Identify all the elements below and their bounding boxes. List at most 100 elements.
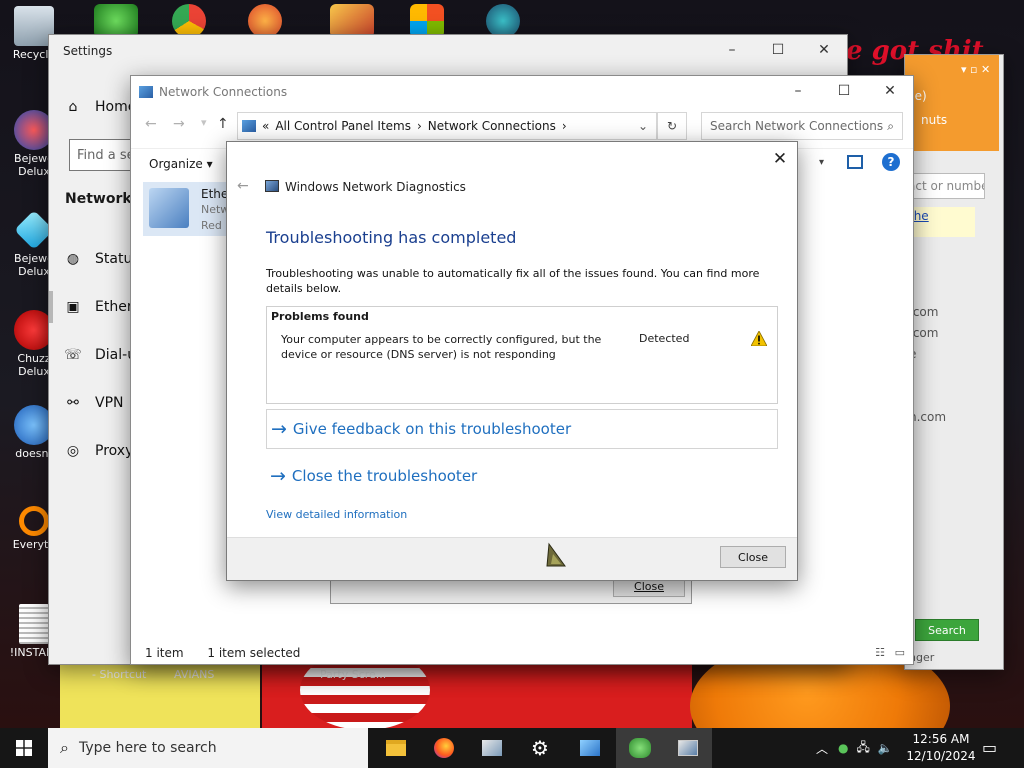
problems-found-panel: Problems found Your computer appears to … xyxy=(266,306,778,404)
maximize-icon[interactable]: ☐ xyxy=(821,76,867,106)
view-options-chevron-icon[interactable]: ▾ xyxy=(819,157,824,168)
close-button[interactable]: Close xyxy=(720,546,786,568)
settings-window-controls: – ☐ ✕ xyxy=(709,35,847,65)
close-troubleshooter-link[interactable]: → Close the troubleshooter xyxy=(266,456,778,496)
diagnostics-description: Troubleshooting was unable to automatica… xyxy=(266,267,760,295)
item-count: 1 item xyxy=(145,646,184,660)
breadcrumb-item[interactable]: All Control Panel Items xyxy=(275,119,411,133)
recent-chevron-icon[interactable]: ▾ xyxy=(201,116,207,129)
dialog-footer: Close xyxy=(227,537,797,580)
app-icon[interactable] xyxy=(248,4,282,38)
magnifier-icon xyxy=(19,506,49,536)
refresh-icon[interactable]: ↻ xyxy=(657,112,687,140)
taskbar-settings[interactable]: ⚙ xyxy=(516,728,564,768)
settings-search-input[interactable]: Find a setting xyxy=(69,139,139,171)
cursor-busy-icon xyxy=(545,542,571,568)
minimize-icon[interactable]: – xyxy=(709,35,755,65)
side-search-button[interactable]: Search xyxy=(915,619,979,641)
close-icon[interactable]: ✕ xyxy=(769,148,791,170)
settings-titlebar: Settings – ☐ ✕ xyxy=(49,35,847,66)
taskbar-search-box[interactable]: ⌕ Type here to search xyxy=(48,728,368,768)
taskbar-messenger[interactable] xyxy=(616,728,664,768)
taskbar-network-connections[interactable] xyxy=(468,728,516,768)
forward-arrow-icon[interactable]: → xyxy=(173,116,185,132)
minimize-icon[interactable]: – xyxy=(775,76,821,106)
network-folder-icon xyxy=(482,740,502,756)
taskbar-firefox[interactable] xyxy=(420,728,468,768)
netconn-title: Network Connections xyxy=(159,84,288,99)
give-feedback-link[interactable]: → Give feedback on this troubleshooter xyxy=(266,409,778,449)
side-window-controls[interactable]: ▾ ▫ ✕ xyxy=(961,63,990,76)
status-bar: 1 item 1 item selected xyxy=(145,646,300,660)
gear-icon: ⚙ xyxy=(531,736,549,760)
messenger-desktop-icon[interactable] xyxy=(94,4,138,38)
status-icon: ◍ xyxy=(66,251,80,267)
settings-home[interactable]: ⌂ Home xyxy=(65,99,137,115)
back-arrow-icon[interactable]: ← xyxy=(237,178,249,194)
selected-count: 1 item selected xyxy=(207,646,301,660)
netconn-titlebar: Network Connections – ☐ ✕ xyxy=(131,76,913,107)
give-feedback-label: Give feedback on this troubleshooter xyxy=(292,420,572,438)
diagnostics-heading: Troubleshooting has completed xyxy=(266,228,517,247)
taskbar-network-diagnostics[interactable] xyxy=(664,728,712,768)
back-arrow-icon[interactable]: ← xyxy=(145,116,157,132)
messenger-icon xyxy=(629,738,651,758)
windows-logo-icon xyxy=(16,740,32,756)
details-view-icon[interactable]: ☷ xyxy=(875,646,885,659)
settings-nav-vpn[interactable]: ⚯ VPN xyxy=(65,395,124,411)
large-icons-view-icon[interactable]: ▭ xyxy=(895,646,905,659)
preview-pane-icon[interactable] xyxy=(847,155,863,169)
breadcrumb-item[interactable]: Network Connections xyxy=(428,119,556,133)
problems-found-header: Problems found xyxy=(271,310,369,323)
search-network-connections-input[interactable]: Search Network Connections ⌕ xyxy=(701,112,903,140)
control-panel-icon xyxy=(242,120,256,132)
chevron-right-icon[interactable]: › xyxy=(562,119,567,133)
character-icon[interactable] xyxy=(486,4,520,38)
desktop-label: - Shortcut xyxy=(92,668,147,681)
warning-icon xyxy=(750,330,768,349)
notification-icon[interactable]: ▭ xyxy=(982,738,997,757)
close-icon[interactable]: ✕ xyxy=(867,76,913,106)
settings-nav-label: Proxy xyxy=(95,443,134,459)
dialup-icon: ☏ xyxy=(64,347,82,363)
network-diagnostics-dialog: ✕ ← Windows Network Diagnostics Troubles… xyxy=(226,141,798,581)
settings-nav-label: VPN xyxy=(95,395,124,411)
settings-nav-proxy[interactable]: ◎ Proxy xyxy=(65,443,133,459)
app-icon[interactable] xyxy=(330,4,374,38)
arrow-right-icon: → xyxy=(270,465,286,487)
settings-nav-status[interactable]: ◍ Status xyxy=(65,251,140,267)
breadcrumb-overflow-icon[interactable]: « xyxy=(262,119,269,133)
taskbar-clock[interactable]: 12:56 AM 12/10/2024 xyxy=(906,731,976,765)
document-icon xyxy=(19,604,49,644)
speaker-icon[interactable]: 🔈 xyxy=(878,741,893,755)
diagnostics-icon xyxy=(678,740,698,756)
desktop-label: AVIANS xyxy=(174,668,215,681)
network-adapter-icon xyxy=(149,188,189,228)
maximize-icon[interactable]: ☐ xyxy=(755,35,801,65)
chevron-down-icon[interactable]: ⌄ xyxy=(638,119,648,133)
ethernet-icon: ▣ xyxy=(66,299,80,315)
close-icon[interactable]: ✕ xyxy=(801,35,847,65)
up-arrow-icon[interactable]: ↑ xyxy=(217,116,229,132)
help-icon[interactable]: ? xyxy=(882,153,900,171)
start-button[interactable] xyxy=(0,728,48,768)
organize-button[interactable]: Organize ▾ xyxy=(149,157,213,171)
windows-app-icon[interactable] xyxy=(410,4,444,38)
taskbar-file-explorer[interactable] xyxy=(372,728,420,768)
address-bar[interactable]: « All Control Panel Items › Network Conn… xyxy=(237,112,657,140)
view-detailed-information-link[interactable]: View detailed information xyxy=(266,508,407,521)
side-search-input[interactable]: act or numbe xyxy=(905,173,985,199)
side-link[interactable]: the xyxy=(905,207,975,237)
organize-label: Organize xyxy=(149,157,203,171)
chrome-icon[interactable] xyxy=(172,4,206,38)
folder-icon xyxy=(386,740,406,756)
messenger-tray-icon[interactable]: ● xyxy=(838,741,848,755)
clock-date: 12/10/2024 xyxy=(906,749,976,763)
chevron-up-icon[interactable]: ︿ xyxy=(816,740,828,757)
system-tray: ︿ ● 🖧 🔈 xyxy=(816,728,893,768)
diagnostics-icon xyxy=(265,180,279,192)
ethernet-adapter-item[interactable]: Ethernet Network Red Hat xyxy=(143,182,253,236)
chevron-right-icon[interactable]: › xyxy=(417,119,422,133)
taskbar-control-panel[interactable] xyxy=(566,728,614,768)
network-icon[interactable]: 🖧 xyxy=(857,738,870,759)
